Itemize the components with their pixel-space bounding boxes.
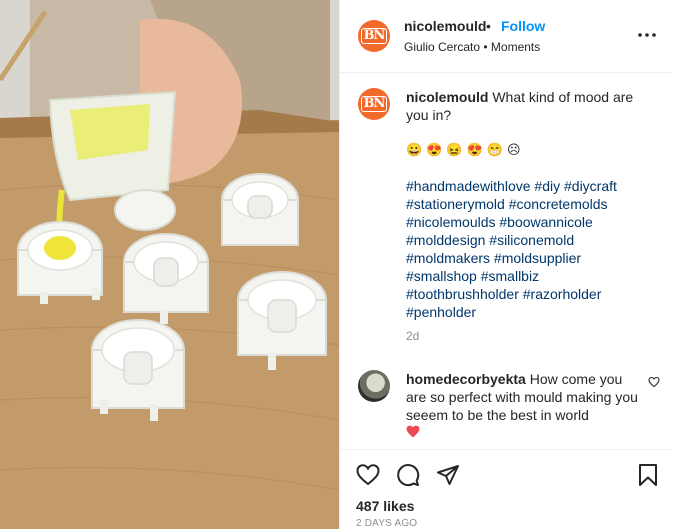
caption-author-avatar[interactable]: BN bbox=[358, 88, 390, 120]
hashtag-link[interactable]: #diycraft bbox=[564, 178, 617, 194]
author-avatar[interactable]: BN bbox=[358, 20, 390, 52]
hashtag-link[interactable]: #moldsupplier bbox=[494, 250, 581, 266]
hashtag-link[interactable]: #nicolemoulds bbox=[406, 214, 496, 230]
hashtag-link[interactable]: #diy bbox=[534, 178, 560, 194]
caption-text: nicolemould What kind of mood are you in… bbox=[406, 88, 646, 124]
emoji-confounded: 😖 bbox=[446, 142, 463, 157]
hashtag-link[interactable]: #boowannicole bbox=[499, 214, 592, 230]
post-side-panel: BN nicolemould • Follow Giulio Cercato •… bbox=[339, 0, 673, 529]
follow-button[interactable]: Follow bbox=[501, 18, 545, 34]
comment-like-heart-icon[interactable] bbox=[648, 376, 660, 388]
emoji-grinning: 😀 bbox=[406, 142, 423, 157]
emoji-heart-eyes: 😍 bbox=[466, 142, 483, 157]
red-heart-emoji-icon bbox=[406, 425, 420, 438]
hashtag-link[interactable]: #smallshop bbox=[406, 268, 477, 284]
share-icon[interactable] bbox=[436, 463, 460, 487]
comment-text: homedecorbyekta How come you are so perf… bbox=[406, 370, 642, 424]
hashtag-link[interactable]: #razorholder bbox=[523, 286, 602, 302]
comment-icon[interactable] bbox=[396, 463, 420, 487]
emoji-beaming: 😁 bbox=[486, 142, 503, 157]
hashtag-link[interactable]: #stationerymold bbox=[406, 196, 505, 212]
post-media-image[interactable] bbox=[0, 0, 339, 529]
avatar-monogram: BN bbox=[360, 28, 388, 44]
hashtag-link[interactable]: #smallbiz bbox=[481, 268, 539, 284]
hashtag-link[interactable]: #penholder bbox=[406, 304, 476, 320]
more-options-icon[interactable] bbox=[636, 24, 658, 46]
separator-dot: • bbox=[486, 18, 491, 34]
post-age[interactable]: 2 DAYS AGO bbox=[356, 518, 417, 529]
instagram-post: BN nicolemould • Follow Giulio Cercato •… bbox=[0, 0, 673, 529]
hashtag-link[interactable]: #molddesign bbox=[406, 232, 485, 248]
commenter-username[interactable]: homedecorbyekta bbox=[406, 371, 526, 387]
author-username[interactable]: nicolemould bbox=[404, 18, 486, 34]
caption-emojis: 😀 😍 😖 😍 😁 ☹ bbox=[406, 142, 521, 158]
hashtag-link[interactable]: #siliconemold bbox=[489, 232, 574, 248]
post-actions: 487 likes 2 DAYS AGO bbox=[340, 449, 673, 529]
post-header: BN nicolemould • Follow Giulio Cercato •… bbox=[340, 0, 673, 73]
media-illustration bbox=[0, 0, 339, 529]
like-heart-icon[interactable] bbox=[356, 463, 380, 487]
emoji-frowning: ☹ bbox=[506, 142, 521, 157]
hashtag-link[interactable]: #concretemolds bbox=[509, 196, 608, 212]
caption-username[interactable]: nicolemould bbox=[406, 89, 488, 105]
avatar-monogram: BN bbox=[360, 96, 388, 112]
emoji-heart-eyes: 😍 bbox=[426, 142, 443, 157]
hashtag-link[interactable]: #toothbrushholder bbox=[406, 286, 519, 302]
commenter-avatar[interactable] bbox=[358, 370, 390, 402]
hashtag-list: #handmadewithlove #diy #diycraft #statio… bbox=[406, 177, 656, 321]
caption-timestamp[interactable]: 2d bbox=[406, 329, 419, 343]
audio-attribution[interactable]: Giulio Cercato • Moments bbox=[404, 40, 540, 54]
likes-count[interactable]: 487 likes bbox=[356, 498, 414, 514]
hashtag-link[interactable]: #handmadewithlove bbox=[406, 178, 531, 194]
hashtag-link[interactable]: #moldmakers bbox=[406, 250, 490, 266]
bookmark-icon[interactable] bbox=[636, 463, 660, 487]
